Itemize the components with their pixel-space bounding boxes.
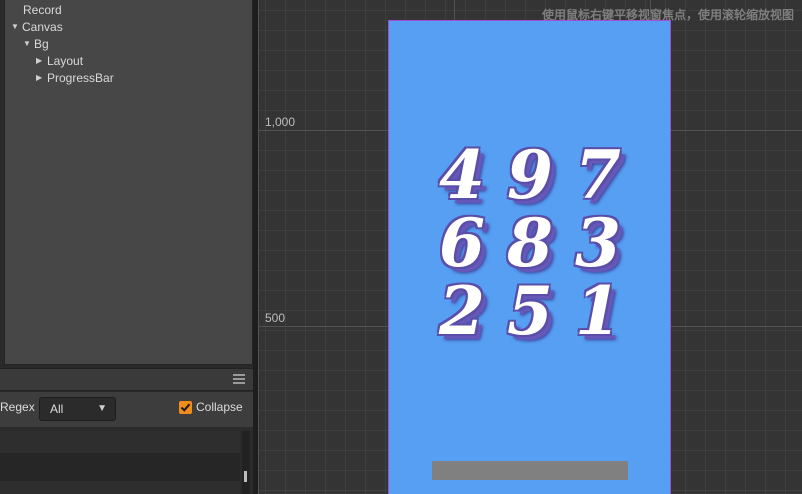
console-toolbar: Regex All ▼ Collapse xyxy=(0,392,253,427)
ruler-label: 1,000 xyxy=(265,115,296,129)
collapse-label[interactable]: Collapse xyxy=(196,400,243,414)
digit-sprite[interactable]: 7 xyxy=(565,142,631,208)
digit-sprite[interactable]: 8 xyxy=(497,210,563,276)
tree-item-label: Bg xyxy=(34,37,49,51)
digit-sprite[interactable]: 9 xyxy=(497,142,563,208)
scene-view[interactable]: 1,000 500 使用鼠标右键平移视窗焦点，使用滚轮缩放视图 4 9 7 6 … xyxy=(258,0,802,494)
panel-menu-icon[interactable] xyxy=(233,374,245,386)
tree-item-label: Record xyxy=(23,3,62,17)
left-panel: Record ▼ Canvas ▼ Bg ▶ Layout ▶ ProgressBar … xyxy=(0,0,258,494)
tree-item-layout[interactable]: ▶ Layout xyxy=(36,53,83,69)
regex-label[interactable]: Regex xyxy=(0,400,35,414)
digit-sprite[interactable]: 5 xyxy=(497,278,563,344)
tree-item-bg[interactable]: ▼ Bg xyxy=(23,36,49,52)
digit-sprite[interactable]: 3 xyxy=(565,210,631,276)
tree-item-label: ProgressBar xyxy=(47,71,114,85)
tree-item-label: Canvas xyxy=(22,20,63,34)
scrollbar-thumb[interactable] xyxy=(244,471,247,482)
log-level-value: All xyxy=(50,402,64,416)
ruler-label: 500 xyxy=(265,311,286,325)
expanded-arrow-icon[interactable]: ▼ xyxy=(11,19,22,35)
expanded-arrow-icon[interactable]: ▼ xyxy=(23,36,34,52)
tree-item-record[interactable]: Record xyxy=(23,2,62,18)
log-scrollbar[interactable] xyxy=(242,431,250,494)
collapsed-arrow-icon[interactable]: ▶ xyxy=(36,70,47,86)
digit-sprite[interactable]: 6 xyxy=(429,210,495,276)
tree-item-progressbar[interactable]: ▶ ProgressBar xyxy=(36,70,114,86)
collapsed-arrow-icon[interactable]: ▶ xyxy=(36,53,47,69)
canvas-bg-node[interactable]: 4 9 7 6 8 3 2 5 1 xyxy=(388,20,671,494)
tree-item-label: Layout xyxy=(47,54,84,68)
console-log-list xyxy=(0,427,253,494)
log-row[interactable] xyxy=(0,453,240,481)
grid-line xyxy=(258,0,259,494)
tree-item-canvas[interactable]: ▼ Canvas xyxy=(11,19,63,35)
progress-bar-node[interactable] xyxy=(432,461,628,480)
console-header xyxy=(0,368,253,391)
collapse-checkbox[interactable] xyxy=(179,401,192,414)
digit-sprite[interactable]: 1 xyxy=(565,278,631,344)
digit-sprite[interactable]: 2 xyxy=(429,278,495,344)
log-row[interactable] xyxy=(0,481,240,494)
log-level-select[interactable]: All ▼ xyxy=(39,397,116,421)
dropdown-arrow-icon: ▼ xyxy=(97,403,107,414)
log-row[interactable] xyxy=(0,431,240,453)
hierarchy-panel: Record ▼ Canvas ▼ Bg ▶ Layout ▶ ProgressBar xyxy=(4,0,253,365)
digit-sprite[interactable]: 4 xyxy=(429,142,495,208)
checkmark-icon xyxy=(180,403,191,412)
